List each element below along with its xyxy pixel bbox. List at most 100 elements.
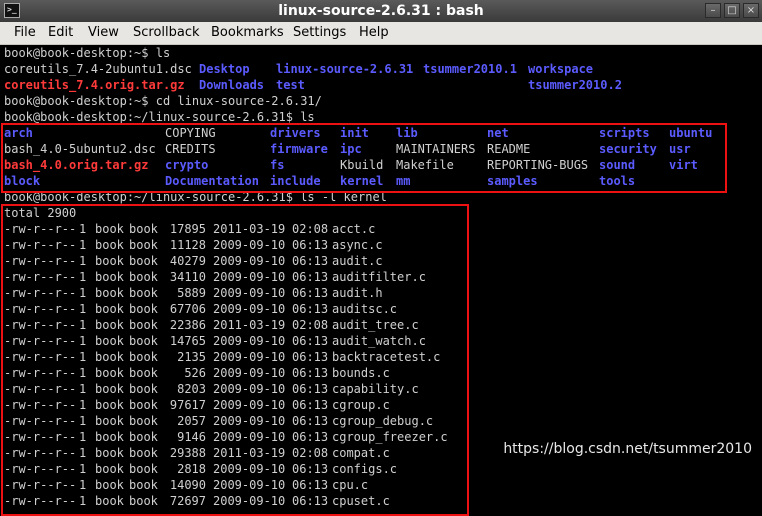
file-name: auditsc.c: [332, 302, 398, 316]
file-owner: book: [95, 478, 124, 492]
minimize-icon[interactable]: –: [705, 3, 721, 18]
home-listing-entry: Downloads: [199, 78, 265, 92]
prompt-cd: book@book-desktop:~$ cd linux-source-2.6…: [4, 94, 322, 108]
file-permissions: -rw-r--r--: [4, 318, 77, 332]
source-listing-entry: ipc: [340, 142, 362, 156]
source-listing-entry: ubuntu: [669, 126, 713, 140]
file-size: 14765: [169, 334, 206, 348]
menu-bar: File Edit View Scrollback Bookmarks Sett…: [0, 22, 762, 45]
file-permissions: -rw-r--r--: [4, 382, 77, 396]
file-links: 1: [79, 270, 87, 284]
file-time: 06:13: [292, 238, 329, 252]
file-date: 2009-09-10: [213, 334, 286, 348]
source-listing-entry: arch: [4, 126, 33, 140]
file-name: audit_tree.c: [332, 318, 419, 332]
file-links: 1: [79, 302, 87, 316]
window-titlebar[interactable]: >_ linux-source-2.6.31 : bash – □ ×: [0, 0, 762, 22]
file-size: 14090: [169, 478, 206, 492]
file-owner: book: [95, 222, 124, 236]
file-size: 40279: [169, 254, 206, 268]
file-owner: book: [95, 398, 124, 412]
file-time: 06:13: [292, 286, 329, 300]
file-owner: book: [95, 270, 124, 284]
file-group: book: [129, 414, 158, 428]
file-date: 2009-09-10: [213, 254, 286, 268]
source-listing-entry: fs: [270, 158, 285, 172]
maximize-icon[interactable]: □: [724, 3, 740, 18]
menu-scrollback[interactable]: Scrollback: [133, 25, 200, 41]
file-date: 2009-09-10: [213, 494, 286, 508]
close-icon[interactable]: ×: [743, 3, 759, 18]
source-listing-entry: block: [4, 174, 41, 188]
file-permissions: -rw-r--r--: [4, 414, 77, 428]
home-listing-entry: coreutils_7.4.orig.tar.gz: [4, 78, 185, 92]
file-name: audit.c: [332, 254, 383, 268]
source-listing-entry: crypto: [165, 158, 209, 172]
file-size: 67706: [169, 302, 206, 316]
file-links: 1: [79, 478, 87, 492]
file-size: 2818: [177, 462, 206, 476]
file-time: 06:13: [292, 350, 329, 364]
menu-settings[interactable]: Settings: [293, 25, 346, 41]
file-size: 22386: [169, 318, 206, 332]
menu-view[interactable]: View: [88, 25, 119, 41]
menu-edit[interactable]: Edit: [48, 25, 73, 41]
file-links: 1: [79, 286, 87, 300]
source-listing-entry: samples: [487, 174, 538, 188]
file-size: 5889: [177, 286, 206, 300]
file-permissions: -rw-r--r--: [4, 238, 77, 252]
file-name: async.c: [332, 238, 383, 252]
file-permissions: -rw-r--r--: [4, 334, 77, 348]
file-permissions: -rw-r--r--: [4, 350, 77, 364]
file-name: cgroup_debug.c: [332, 414, 434, 428]
source-listing-entry: usr: [669, 142, 691, 156]
file-size: 9146: [177, 430, 206, 444]
file-time: 06:13: [292, 430, 329, 444]
file-group: book: [129, 366, 158, 380]
file-permissions: -rw-r--r--: [4, 398, 77, 412]
file-group: book: [129, 350, 158, 364]
menu-bookmarks[interactable]: Bookmarks: [211, 25, 284, 41]
file-group: book: [129, 222, 158, 236]
file-date: 2009-09-10: [213, 302, 286, 316]
source-listing-entry: drivers: [270, 126, 321, 140]
file-links: 1: [79, 382, 87, 396]
menu-file[interactable]: File: [14, 25, 36, 41]
file-date: 2011-03-19: [213, 222, 286, 236]
kernel-total: total 2900: [4, 206, 77, 220]
file-time: 06:13: [292, 254, 329, 268]
file-time: 06:13: [292, 478, 329, 492]
file-size: 34110: [169, 270, 206, 284]
file-date: 2011-03-19: [213, 446, 286, 460]
menu-help[interactable]: Help: [359, 25, 389, 41]
file-group: book: [129, 286, 158, 300]
file-group: book: [129, 478, 158, 492]
terminal-icon[interactable]: >_: [4, 3, 20, 18]
file-owner: book: [95, 382, 124, 396]
file-time: 02:08: [292, 222, 329, 236]
file-name: audit_watch.c: [332, 334, 426, 348]
file-owner: book: [95, 462, 124, 476]
source-listing-entry: security: [599, 142, 657, 156]
file-size: 97617: [169, 398, 206, 412]
file-name: auditfilter.c: [332, 270, 426, 284]
source-listing-entry: CREDITS: [165, 142, 216, 156]
file-time: 02:08: [292, 446, 329, 460]
file-links: 1: [79, 350, 87, 364]
file-permissions: -rw-r--r--: [4, 286, 77, 300]
home-listing-entry: linux-source-2.6.31: [276, 62, 414, 76]
file-permissions: -rw-r--r--: [4, 478, 77, 492]
window-title: linux-source-2.6.31 : bash: [278, 3, 484, 19]
file-size: 29388: [169, 446, 206, 460]
source-listing-entry: Documentation: [165, 174, 259, 188]
file-owner: book: [95, 286, 124, 300]
source-listing-entry: bash_4.0-5ubuntu2.dsc: [4, 142, 156, 156]
file-name: bounds.c: [332, 366, 390, 380]
source-listing-entry: sound: [599, 158, 636, 172]
home-listing-entry: tsummer2010.1: [423, 62, 517, 76]
file-size: 526: [184, 366, 206, 380]
file-time: 06:13: [292, 270, 329, 284]
file-name: cpu.c: [332, 478, 369, 492]
file-group: book: [129, 398, 158, 412]
home-listing-entry: tsummer2010.2: [528, 78, 622, 92]
